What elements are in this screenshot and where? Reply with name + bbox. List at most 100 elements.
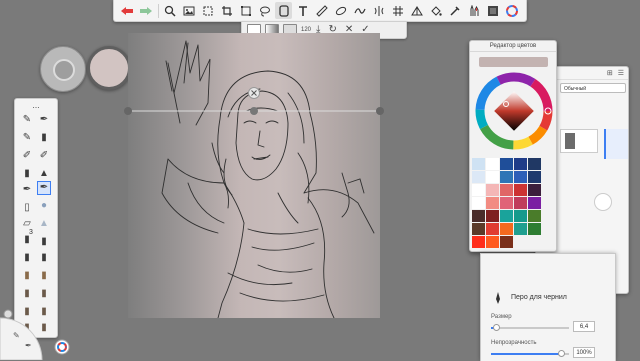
pencil-icon[interactable]: ✎ bbox=[20, 113, 34, 127]
marker-icon[interactable]: ▮ bbox=[37, 131, 51, 145]
color-swatch[interactable] bbox=[472, 236, 485, 248]
pastel-2-icon[interactable]: ▮ bbox=[37, 251, 51, 265]
color-swatch[interactable] bbox=[486, 158, 499, 170]
color-puck[interactable] bbox=[87, 46, 131, 90]
radial-tool-icon bbox=[3, 309, 13, 319]
fineliner-icon[interactable]: ✐ bbox=[37, 149, 51, 163]
color-swatch[interactable] bbox=[486, 197, 499, 209]
layer-menu-icon[interactable]: ☰ bbox=[618, 69, 624, 77]
curve-icon[interactable] bbox=[351, 2, 368, 19]
color-swatch[interactable] bbox=[472, 210, 485, 222]
size-value[interactable]: 6,4 bbox=[573, 321, 595, 332]
opacity-value[interactable]: 100% bbox=[573, 347, 595, 358]
drop-icon[interactable]: ● bbox=[37, 199, 51, 213]
chisel-icon[interactable]: ▲ bbox=[37, 167, 51, 181]
drawing-canvas[interactable] bbox=[128, 33, 380, 318]
color-swatch[interactable] bbox=[528, 158, 541, 170]
color-swatch[interactable] bbox=[514, 223, 527, 235]
color-swatch[interactable] bbox=[528, 236, 541, 248]
ruler-icon[interactable] bbox=[313, 2, 330, 19]
color-swatch-grid bbox=[472, 158, 541, 248]
lasso-icon[interactable] bbox=[256, 2, 273, 19]
background-layer-thumbnail[interactable] bbox=[594, 193, 612, 211]
undo-icon[interactable] bbox=[118, 2, 135, 19]
ellipse-guide-icon[interactable] bbox=[332, 2, 349, 19]
size-slider[interactable] bbox=[491, 324, 569, 331]
layers-icon[interactable] bbox=[484, 2, 501, 19]
color-swatch[interactable] bbox=[514, 158, 527, 170]
perspective-icon[interactable] bbox=[408, 2, 425, 19]
ink-pen-icon[interactable]: ✒ bbox=[37, 181, 51, 195]
color-swatch[interactable] bbox=[514, 171, 527, 183]
size-slider-knob[interactable] bbox=[493, 324, 501, 331]
symmetry-icon[interactable] bbox=[370, 2, 387, 19]
color-swatch[interactable] bbox=[528, 223, 541, 235]
color-swatch[interactable] bbox=[486, 184, 499, 196]
color-swatch[interactable] bbox=[500, 223, 513, 235]
paint-tube-icon[interactable]: ▮ bbox=[20, 269, 34, 283]
blend-mode-select[interactable]: Обычный bbox=[560, 83, 626, 93]
crayon-icon[interactable]: ▮ bbox=[37, 235, 51, 249]
transform-icon[interactable] bbox=[237, 2, 254, 19]
color-swatch[interactable] bbox=[486, 171, 499, 183]
airbrush-icon[interactable]: ▮ bbox=[20, 167, 34, 181]
color-swatch[interactable] bbox=[500, 184, 513, 196]
color-swatch[interactable] bbox=[500, 171, 513, 183]
color-swatch[interactable] bbox=[514, 236, 527, 248]
brush-set-badge: 3 bbox=[29, 229, 33, 236]
color-swatch[interactable] bbox=[472, 184, 485, 196]
color-swatch[interactable] bbox=[500, 197, 513, 209]
size-label: Размер bbox=[491, 314, 512, 320]
brushes-icon[interactable] bbox=[465, 2, 482, 19]
brush-puck-size[interactable] bbox=[40, 46, 86, 92]
eyedropper-icon[interactable] bbox=[446, 2, 463, 19]
zoom-icon[interactable] bbox=[161, 2, 178, 19]
grid-icon[interactable] bbox=[389, 2, 406, 19]
color-swatch[interactable] bbox=[472, 171, 485, 183]
texture-icon[interactable]: ▮ bbox=[20, 287, 34, 301]
text-icon[interactable] bbox=[294, 2, 311, 19]
redo-icon[interactable] bbox=[137, 2, 154, 19]
selection-icon[interactable] bbox=[199, 2, 216, 19]
transform-guide[interactable] bbox=[122, 96, 392, 126]
svg-text:✎: ✎ bbox=[13, 331, 20, 340]
color-swatch[interactable] bbox=[500, 158, 513, 170]
opacity-slider-knob[interactable] bbox=[558, 350, 566, 357]
texture-2-icon[interactable]: ▮ bbox=[37, 287, 51, 301]
pen-icon[interactable]: ✎ bbox=[20, 131, 34, 145]
guide-close-icon[interactable] bbox=[247, 86, 261, 100]
image-icon[interactable] bbox=[180, 2, 197, 19]
color-swatch[interactable] bbox=[486, 236, 499, 248]
color-swatch[interactable] bbox=[528, 210, 541, 222]
color-swatch[interactable] bbox=[528, 197, 541, 209]
layer-thumbnail[interactable] bbox=[560, 129, 598, 153]
opacity-slider[interactable] bbox=[491, 350, 569, 357]
color-swatch[interactable] bbox=[528, 171, 541, 183]
fill-icon[interactable] bbox=[427, 2, 444, 19]
pastel-icon[interactable]: ▮ bbox=[20, 251, 34, 265]
color-swatch[interactable] bbox=[472, 197, 485, 209]
color-swatch[interactable] bbox=[472, 223, 485, 235]
crop-icon[interactable] bbox=[218, 2, 235, 19]
smudge-icon[interactable]: ▯ bbox=[20, 201, 34, 215]
paintbrush-icon[interactable]: ✒ bbox=[20, 183, 34, 197]
color-swatch[interactable] bbox=[500, 210, 513, 222]
cone-icon[interactable]: ▲ bbox=[37, 217, 51, 231]
color-swatch[interactable] bbox=[500, 236, 513, 248]
color-swatch[interactable] bbox=[514, 184, 527, 196]
color-swatch[interactable] bbox=[514, 197, 527, 209]
color-wheel-icon[interactable] bbox=[503, 2, 520, 19]
color-swatch[interactable] bbox=[472, 158, 485, 170]
color-wheel[interactable] bbox=[474, 71, 554, 151]
add-layer-icon[interactable]: ⊞ bbox=[607, 69, 613, 77]
color-swatch[interactable] bbox=[528, 184, 541, 196]
radial-menu[interactable]: ✎ ✒ bbox=[0, 308, 70, 360]
ballpen-icon[interactable]: ✐ bbox=[20, 149, 34, 163]
brush-icon[interactable]: ✒ bbox=[37, 113, 51, 127]
paint-tube-2-icon[interactable]: ▮ bbox=[37, 269, 51, 283]
color-swatch[interactable] bbox=[486, 210, 499, 222]
layer-active-indicator[interactable] bbox=[604, 129, 628, 159]
selection-mode-icon[interactable] bbox=[275, 2, 292, 19]
color-swatch[interactable] bbox=[514, 210, 527, 222]
color-swatch[interactable] bbox=[486, 223, 499, 235]
